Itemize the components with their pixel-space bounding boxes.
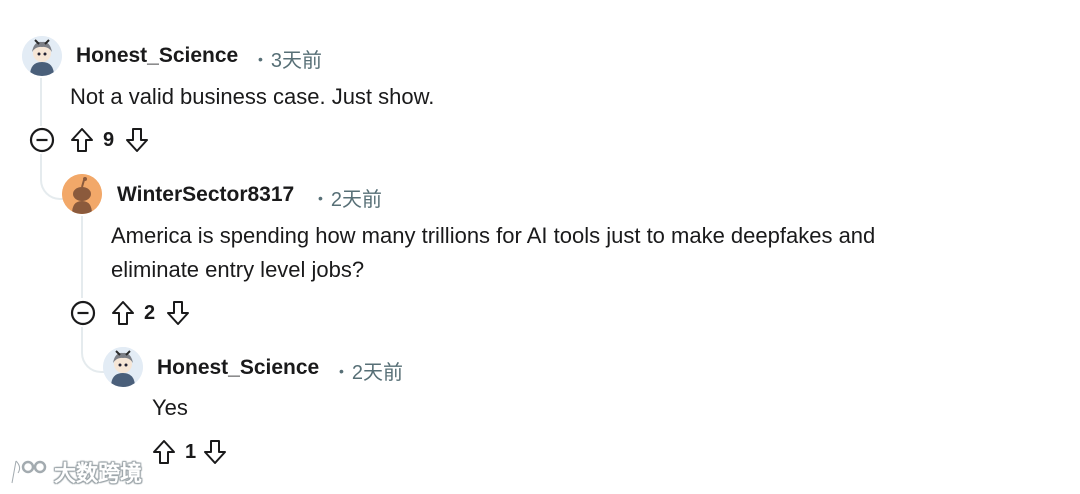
thread-line bbox=[40, 78, 42, 126]
watermark: 大数跨境 bbox=[8, 456, 142, 488]
watermark-text: 大数跨境 bbox=[54, 461, 143, 486]
thread-line bbox=[81, 216, 83, 298]
comment-body: Not a valid business case. Just show. bbox=[70, 84, 435, 109]
anime-avatar-icon bbox=[22, 36, 62, 76]
upvote-icon[interactable] bbox=[69, 127, 95, 153]
thread-branch-curve bbox=[40, 154, 64, 200]
upvote-icon[interactable] bbox=[151, 439, 177, 465]
meta-separator: • bbox=[339, 363, 344, 379]
vote-count: 1 bbox=[185, 441, 197, 463]
comment-timestamp: • 2天前 bbox=[339, 362, 404, 384]
avatar[interactable] bbox=[62, 174, 102, 214]
meta-separator: • bbox=[258, 51, 263, 67]
anime-avatar-icon bbox=[103, 347, 143, 387]
comment-author[interactable]: Honest_Science bbox=[157, 356, 319, 380]
vote-count: 9 bbox=[103, 129, 115, 151]
avatar[interactable] bbox=[22, 36, 62, 76]
downvote-icon[interactable] bbox=[124, 127, 150, 153]
collapse-icon[interactable] bbox=[70, 300, 96, 326]
comment-body: Yes bbox=[152, 395, 188, 420]
thread-branch-curve bbox=[81, 327, 105, 373]
comment-timestamp: • 2天前 bbox=[318, 189, 383, 211]
comment-body-line: eliminate entry level jobs? bbox=[111, 257, 365, 282]
downvote-icon[interactable] bbox=[202, 439, 228, 465]
watermark-logo-icon bbox=[10, 459, 47, 484]
comment-author[interactable]: Honest_Science bbox=[76, 44, 238, 68]
avatar[interactable] bbox=[103, 347, 143, 387]
comment-timestamp: • 3天前 bbox=[258, 50, 323, 72]
upvote-icon[interactable] bbox=[110, 300, 136, 326]
vote-count: 2 bbox=[144, 302, 156, 324]
comment-body-line: America is spending how many trillions f… bbox=[111, 223, 876, 248]
meta-separator: • bbox=[318, 190, 323, 206]
default-snoo-avatar-icon bbox=[62, 174, 102, 214]
comment-author[interactable]: WinterSector8317 bbox=[117, 183, 294, 207]
collapse-icon[interactable] bbox=[29, 127, 55, 153]
downvote-icon[interactable] bbox=[165, 300, 191, 326]
